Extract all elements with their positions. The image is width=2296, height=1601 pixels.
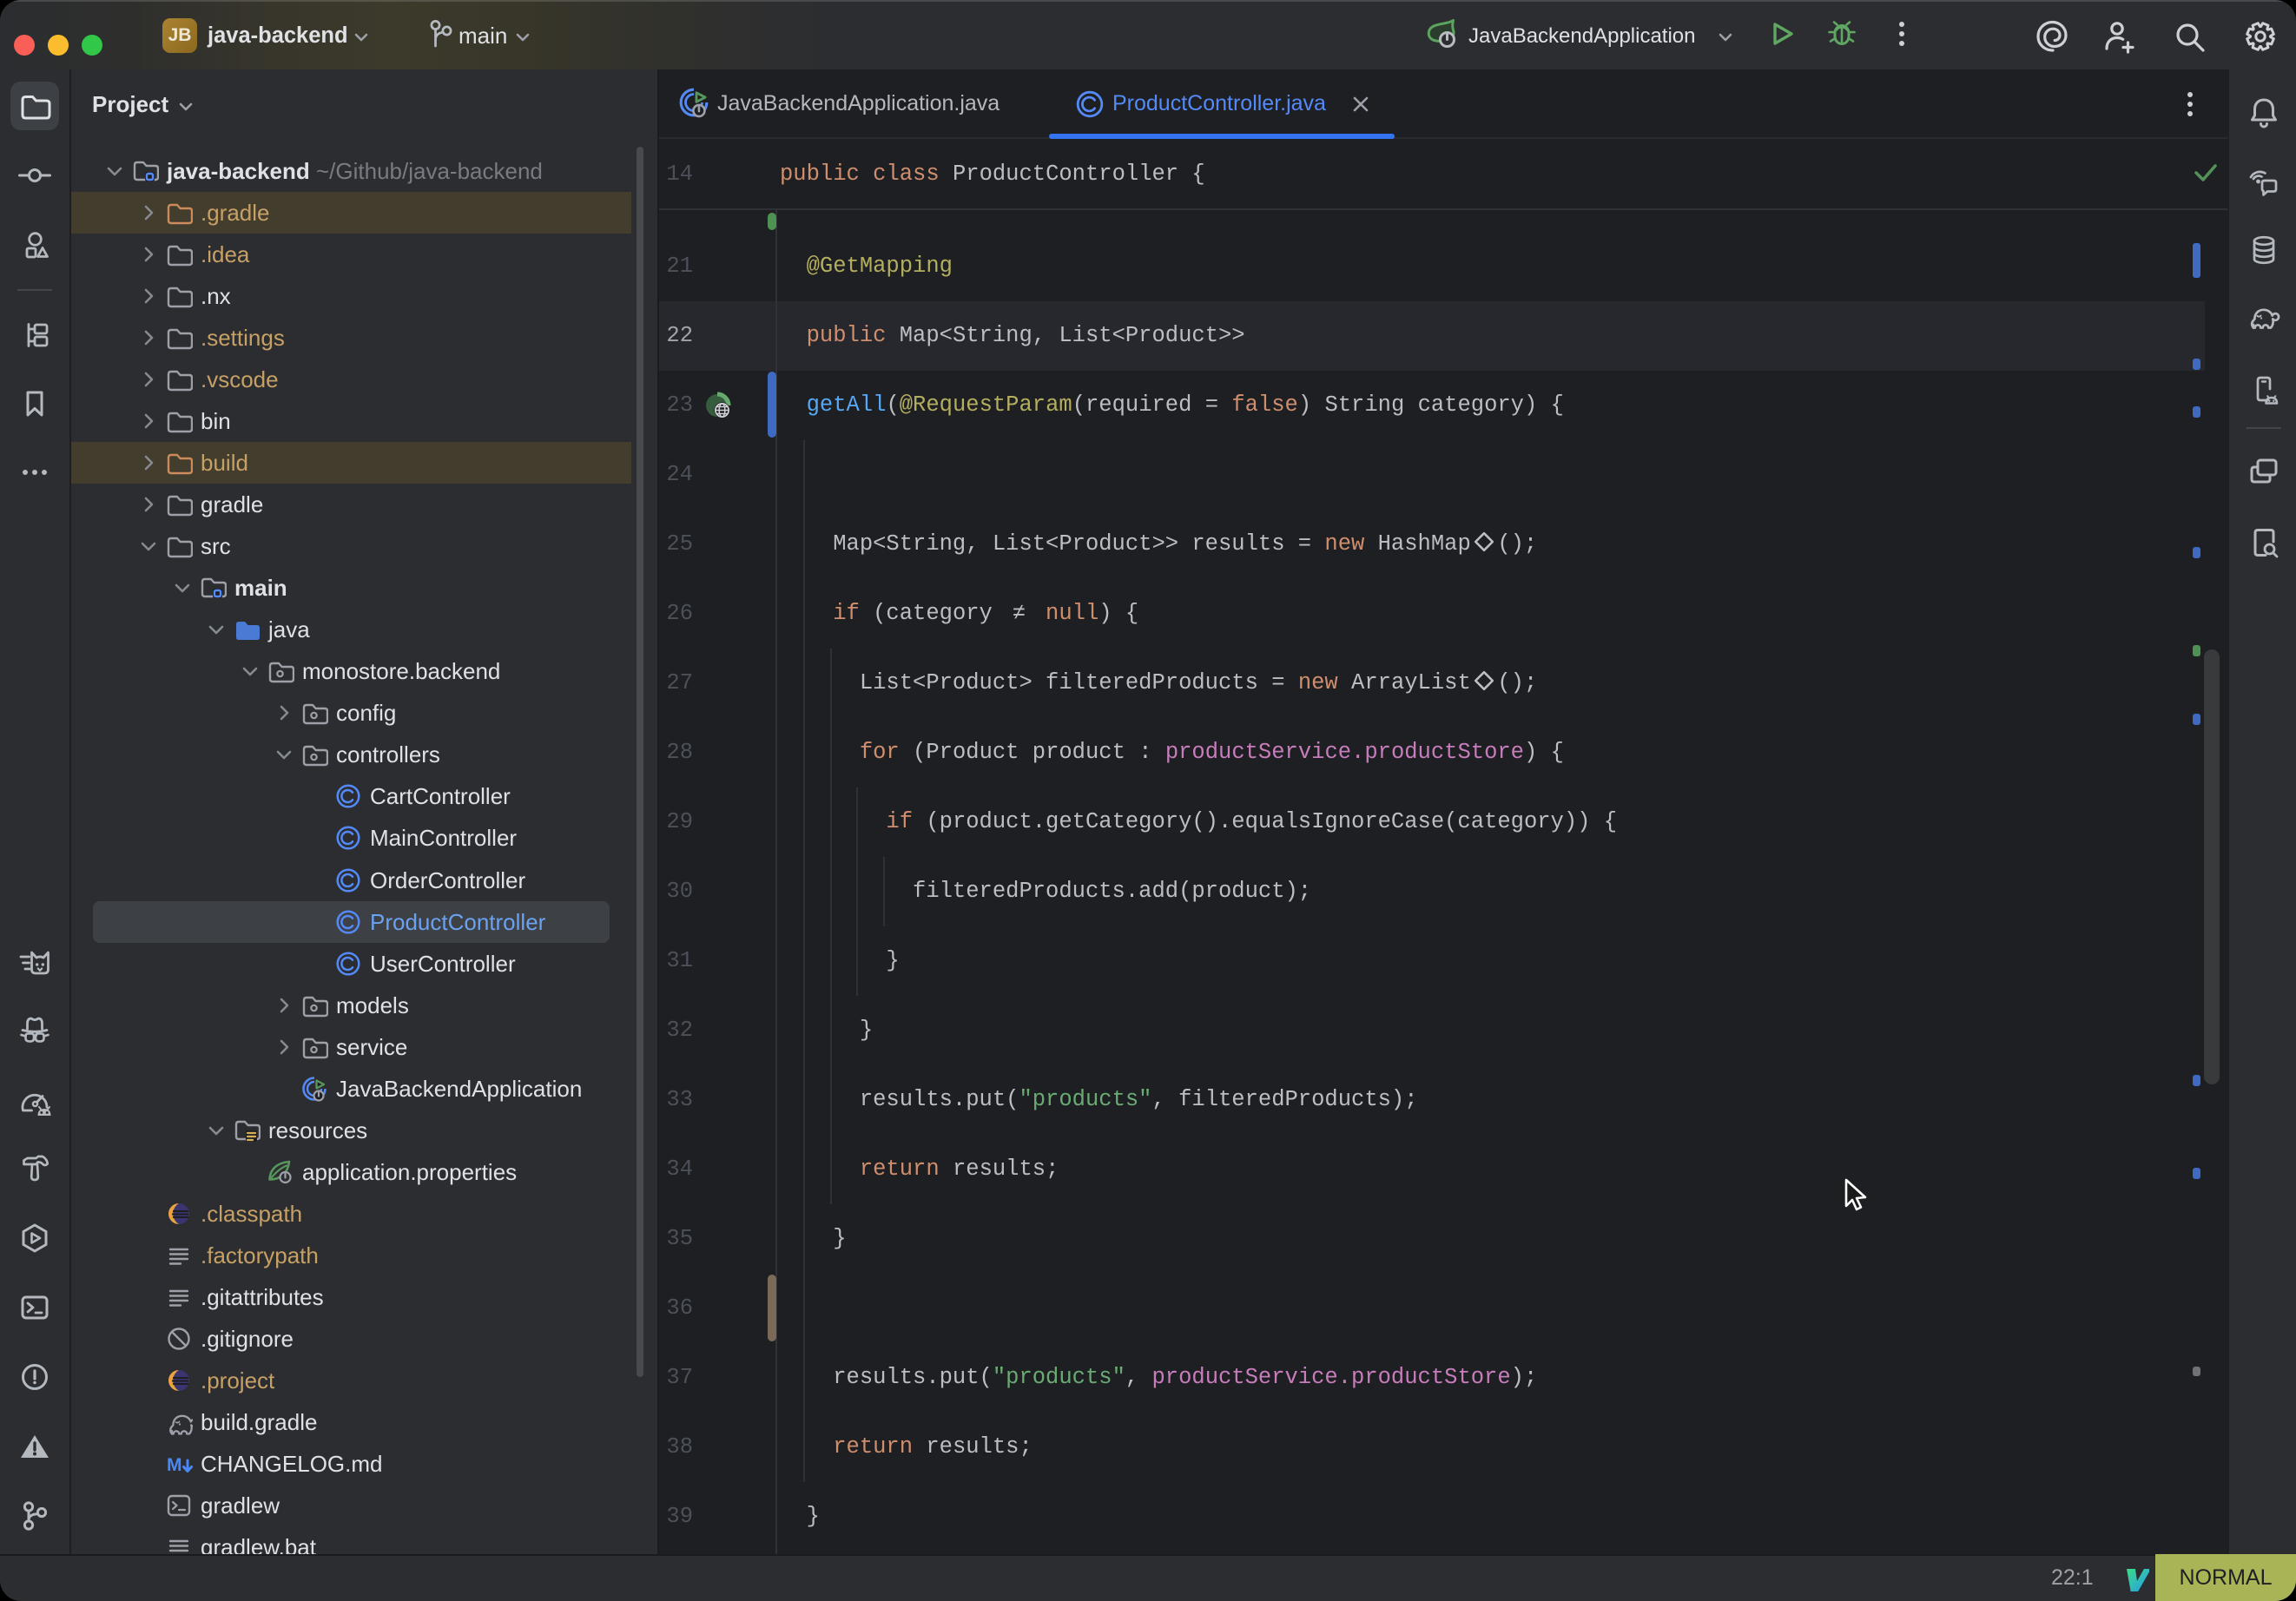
svg-text:M: M [167,1455,182,1475]
